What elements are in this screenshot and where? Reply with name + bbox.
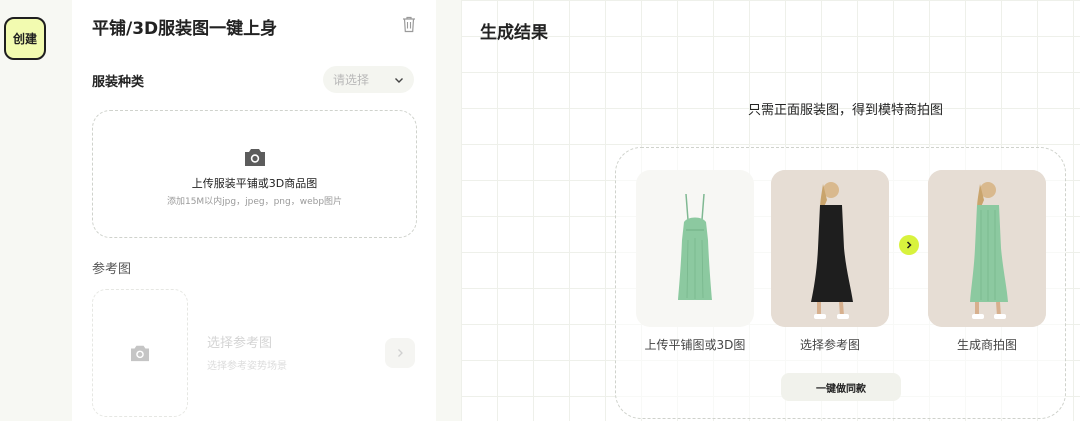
arrow-right-icon: [899, 235, 919, 255]
panel-title: 平铺/3D服装图一键上身: [92, 19, 278, 39]
create-button[interactable]: 创建: [4, 17, 46, 60]
upload-hint: 添加15M以内jpg，jpeg，png，webp图片: [166, 197, 343, 207]
reference-model-image: [771, 170, 889, 327]
upload-panel: 平铺/3D服装图一键上身 服装种类 请选择 上传服装平铺或3D商品图 添加15M…: [72, 0, 436, 421]
reference-title: 选择参考图: [207, 336, 273, 351]
demo-showcase: 上传平铺图或3D图 选择参考图 生成商拍图 一键做同款: [615, 147, 1066, 419]
reference-dropzone[interactable]: [92, 289, 188, 417]
trash-icon[interactable]: [402, 16, 416, 33]
step2-label: 选择参考图: [799, 338, 860, 352]
step3-label: 生成商拍图: [956, 338, 1017, 352]
flat-garment-image: [636, 170, 754, 327]
upload-title: 上传服装平铺或3D商品图: [191, 177, 318, 190]
reference-label: 参考图: [92, 262, 132, 277]
reference-next-button[interactable]: [385, 338, 415, 368]
result-subtitle: 只需正面服装图，得到模特商拍图: [747, 103, 943, 118]
category-select[interactable]: 请选择: [323, 66, 414, 93]
camera-icon: [131, 345, 149, 362]
make-same-button[interactable]: 一键做同款: [781, 373, 901, 401]
chevron-down-icon: [395, 77, 403, 83]
chevron-right-icon: [398, 349, 403, 357]
step1-label: 上传平铺图或3D图: [644, 338, 746, 352]
result-title: 生成结果: [480, 23, 548, 43]
camera-icon: [245, 149, 265, 166]
reference-hint: 选择参考姿势场景: [207, 361, 287, 372]
category-label: 服装种类: [92, 75, 145, 90]
garment-upload-dropzone[interactable]: 上传服装平铺或3D商品图 添加15M以内jpg，jpeg，png，webp图片: [92, 110, 417, 238]
generated-model-image: [928, 170, 1046, 327]
category-select-value: 请选择: [333, 73, 370, 87]
result-panel: 生成结果 只需正面服装图，得到模特商拍图 上传平铺图或3D图 选择参考图 生成商…: [461, 0, 1080, 421]
